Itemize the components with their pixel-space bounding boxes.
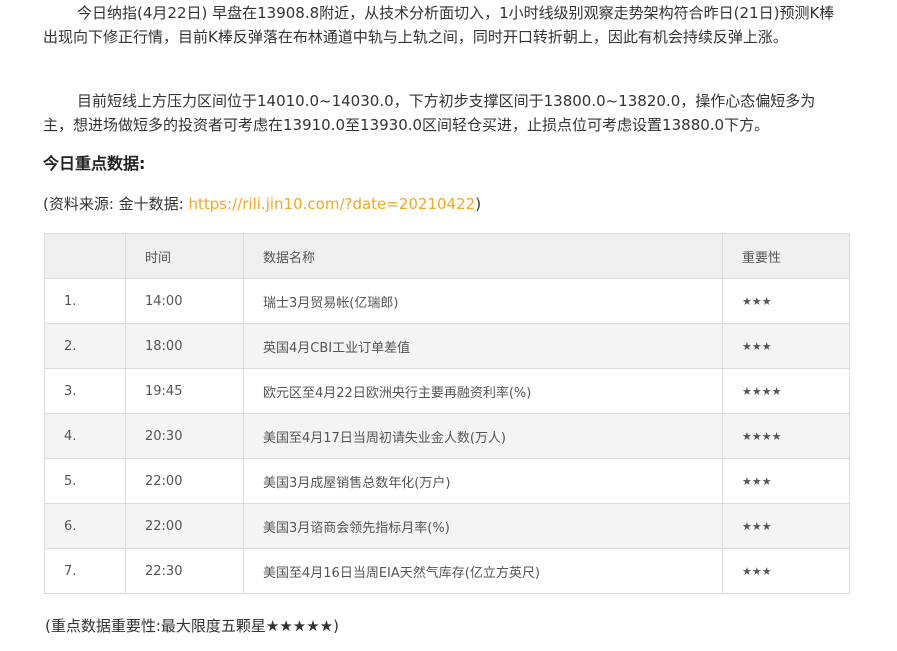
- table-row: 3. 19:45 欧元区至4月22日欧洲央行主要再融资利率(%) ★★★★: [44, 368, 850, 414]
- row-importance: ★★★: [722, 278, 850, 324]
- source-prefix: (资料来源: 金十数据:: [43, 195, 189, 213]
- economic-data-table: 时间 数据名称 重要性 1. 14:00 瑞士3月贸易帐(亿瑞郎) ★★★ 2.…: [44, 233, 850, 594]
- row-name: 美国至4月17日当周初请失业金人数(万人): [243, 413, 723, 459]
- row-index: 6.: [44, 503, 126, 549]
- table-row: 5. 22:00 美国3月成屋销售总数年化(万户) ★★★: [44, 458, 850, 504]
- row-importance: ★★★: [722, 458, 850, 504]
- row-name: 英国4月CBI工业订单差值: [243, 323, 723, 369]
- row-importance: ★★★: [722, 503, 850, 549]
- analysis-paragraph-2: 目前短线上方压力区间位于14010.0~14030.0，下方初步支撑区间于138…: [43, 92, 816, 134]
- table-row: 1. 14:00 瑞士3月贸易帐(亿瑞郎) ★★★: [44, 278, 850, 324]
- row-index: 3.: [44, 368, 126, 414]
- row-index: 4.: [44, 413, 126, 459]
- row-index: 5.: [44, 458, 126, 504]
- row-time: 22:00: [125, 458, 244, 504]
- row-importance: ★★★: [722, 548, 850, 594]
- row-importance: ★★★★: [722, 368, 850, 414]
- source-suffix: ): [475, 195, 482, 213]
- row-time: 20:30: [125, 413, 244, 459]
- table-row: 7. 22:30 美国至4月16日当周EIA天然气库存(亿立方英尺) ★★★: [44, 548, 850, 594]
- header-time: 时间: [125, 233, 244, 279]
- source-link[interactable]: https://rili.jin10.com/?date=20210422: [189, 195, 476, 213]
- row-importance: ★★★★: [722, 413, 850, 459]
- row-time: 18:00: [125, 323, 244, 369]
- row-name: 美国3月成屋销售总数年化(万户): [243, 458, 723, 504]
- row-time: 22:30: [125, 548, 244, 594]
- row-name: 美国3月谘商会领先指标月率(%): [243, 503, 723, 549]
- table-row: 2. 18:00 英国4月CBI工业订单差值 ★★★: [44, 323, 850, 369]
- header-importance: 重要性: [722, 233, 850, 279]
- row-time: 14:00: [125, 278, 244, 324]
- analysis-paragraph-1: 今日纳指(4月22日) 早盘在13908.8附近，从技术分析面切入，1小时线级别…: [43, 4, 835, 46]
- row-index: 1.: [44, 278, 126, 324]
- row-index: 7.: [44, 548, 126, 594]
- table-row: 4. 20:30 美国至4月17日当周初请失业金人数(万人) ★★★★: [44, 413, 850, 459]
- data-source: (资料来源: 金十数据: https://rili.jin10.com/?dat…: [43, 192, 481, 216]
- table-row: 6. 22:00 美国3月谘商会领先指标月率(%) ★★★: [44, 503, 850, 549]
- row-name: 欧元区至4月22日欧洲央行主要再融资利率(%): [243, 368, 723, 414]
- header-index: [44, 233, 126, 279]
- row-time: 22:00: [125, 503, 244, 549]
- importance-note: (重点数据重要性:最大限度五颗星★★★★★): [45, 617, 339, 635]
- row-index: 2.: [44, 323, 126, 369]
- table-header-row: 时间 数据名称 重要性: [44, 233, 850, 279]
- row-name: 美国至4月16日当周EIA天然气库存(亿立方英尺): [243, 548, 723, 594]
- header-name: 数据名称: [243, 233, 723, 279]
- section-title: 今日重点数据:: [43, 154, 146, 173]
- row-time: 19:45: [125, 368, 244, 414]
- row-importance: ★★★: [722, 323, 850, 369]
- row-name: 瑞士3月贸易帐(亿瑞郎): [243, 278, 723, 324]
